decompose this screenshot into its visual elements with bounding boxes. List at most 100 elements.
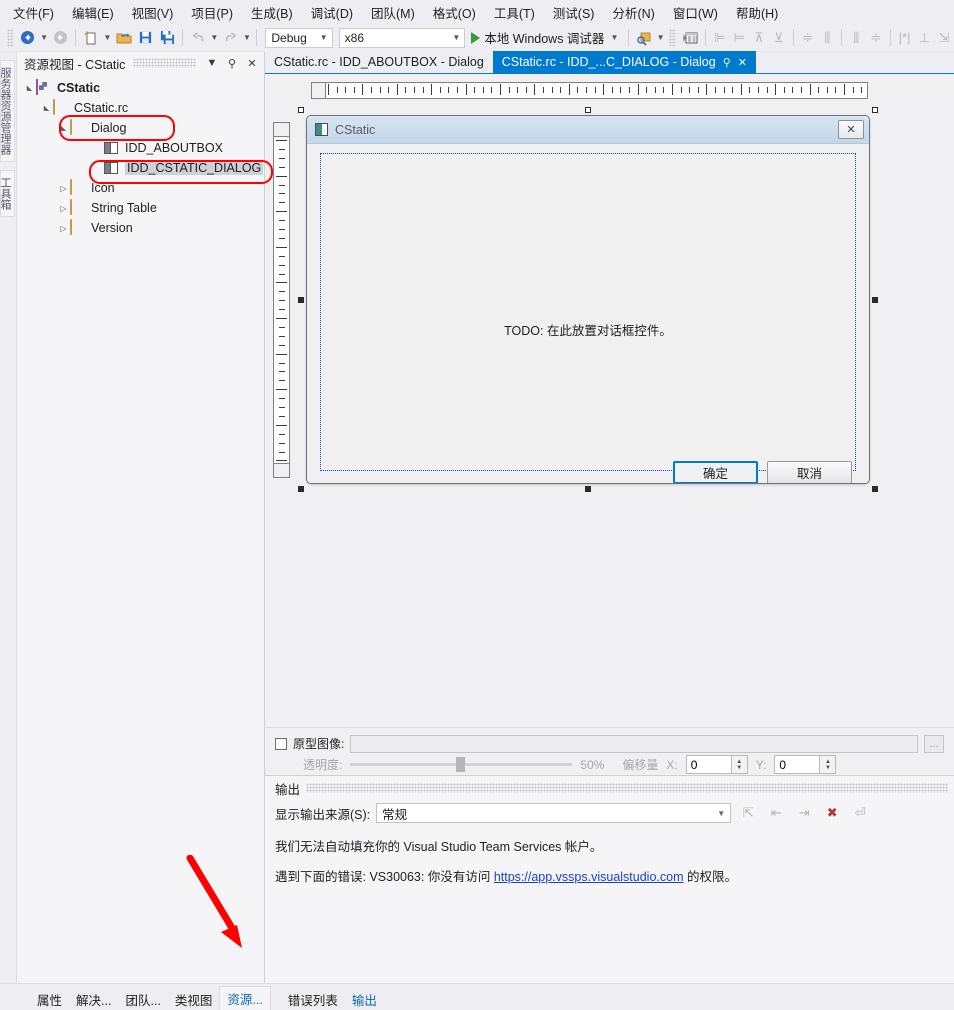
new-item-dropdown-icon[interactable]: ▼ <box>102 27 113 49</box>
panel-grip[interactable] <box>306 783 948 793</box>
menu-item-1[interactable]: 编辑(E) <box>63 0 123 25</box>
close-icon[interactable]: ✕ <box>738 56 747 69</box>
dialog-designer-surface[interactable]: CStatic ✕ TODO: 在此放置对话框控件。 确定 取消 <box>265 74 954 727</box>
dock-tab-toolbox[interactable]: 工具箱 <box>0 170 15 217</box>
close-icon[interactable]: ✕ <box>244 55 260 71</box>
resize-handle-ne[interactable] <box>872 107 878 113</box>
resize-handle-sw[interactable] <box>298 486 304 492</box>
menu-item-9[interactable]: 测试(S) <box>544 0 604 25</box>
resize-handle-n[interactable] <box>585 107 591 113</box>
menu-item-4[interactable]: 生成(B) <box>242 0 302 25</box>
slider-thumb[interactable] <box>456 757 466 772</box>
navigate-back-dropdown-icon[interactable]: ▼ <box>39 27 50 49</box>
resize-handle-nw[interactable] <box>298 107 304 113</box>
navigate-forward-icon[interactable] <box>50 27 72 49</box>
menu-item-2[interactable]: 视图(V) <box>123 0 183 25</box>
close-box-icon[interactable]: ✕ <box>838 120 864 139</box>
tree-item-5[interactable]: ▷ Icon <box>17 178 264 198</box>
menu-item-6[interactable]: 团队(M) <box>362 0 424 25</box>
collapse-arrow-icon[interactable]: ▷ <box>57 184 70 193</box>
tree-item-7[interactable]: ▷ Version <box>17 218 264 238</box>
bottom-tab-left_group-3[interactable]: 类视图 <box>168 988 220 1010</box>
configuration-combo[interactable]: Debug ▼ <box>265 27 333 48</box>
dialog-client-area[interactable]: TODO: 在此放置对话框控件。 确定 取消 <box>307 144 869 483</box>
offset-y-label: Y: <box>755 757 767 772</box>
todo-static-text[interactable]: TODO: 在此放置对话框控件。 <box>307 320 869 339</box>
tree-item-4[interactable]: IDD_CSTATIC_DIALOG <box>17 158 264 178</box>
offset-y-stepper[interactable]: ▲▼ <box>774 755 837 774</box>
expand-arrow-icon[interactable]: ◣ <box>23 84 36 92</box>
dock-tab-server-explorer[interactable]: 服务器资源管理器 <box>0 60 15 162</box>
chevron-down-icon[interactable]: ▼ <box>610 33 618 42</box>
menu-item-10[interactable]: 分析(N) <box>603 0 663 25</box>
offset-x-stepper[interactable]: ▲▼ <box>685 755 748 774</box>
open-file-icon[interactable] <box>113 27 135 49</box>
resize-handle-e[interactable] <box>872 297 878 303</box>
bottom-tab-right_group-1[interactable]: 输出 <box>345 988 384 1010</box>
pin-icon[interactable]: ⚲ <box>224 55 240 71</box>
menu-item-3[interactable]: 项目(P) <box>182 0 242 25</box>
collapse-arrow-icon[interactable]: ▷ <box>57 224 70 233</box>
tree-item-2[interactable]: ◣ Dialog <box>17 118 264 138</box>
bottom-tab-left_group-2[interactable]: 团队... <box>118 988 167 1010</box>
save-icon[interactable] <box>135 27 157 49</box>
save-all-icon[interactable] <box>156 27 178 49</box>
output-source-combo[interactable]: 常规 ▼ <box>376 803 732 823</box>
stepper-arrows-icon[interactable]: ▲ ▼ <box>819 756 836 773</box>
menu-item-7[interactable]: 格式(O) <box>424 0 485 25</box>
ok-button[interactable]: 确定 <box>673 461 758 483</box>
find-dropdown-icon[interactable]: ▼ <box>655 27 666 49</box>
toggle-word-wrap-icon[interactable]: ⏎ <box>849 803 871 824</box>
editor-tab-0[interactable]: CStatic.rc - IDD_ABOUTBOX - Dialog <box>265 51 493 73</box>
properties-window-icon[interactable] <box>679 27 701 49</box>
bottom-tab-left_group-4[interactable]: 资源... <box>219 986 271 1010</box>
toolbar-grip[interactable] <box>668 28 676 47</box>
collapse-arrow-icon[interactable]: ▷ <box>57 204 70 213</box>
redo-dropdown-icon[interactable]: ▼ <box>242 27 253 49</box>
menu-item-5[interactable]: 调试(D) <box>302 0 362 25</box>
chevron-down-icon[interactable]: ▼ <box>204 55 220 71</box>
navigate-back-icon[interactable] <box>17 27 39 49</box>
resize-handle-se[interactable] <box>872 486 878 492</box>
expand-arrow-icon[interactable]: ◣ <box>57 124 70 132</box>
editor-tab-1[interactable]: CStatic.rc - IDD_...C_DIALOG - Dialog ⚲ ✕ <box>492 51 756 73</box>
resource-tree[interactable]: ◣ CStatic ◣ CStatic.rc ◣ Dialog IDD_ABOUTBOX ID… <box>17 74 264 983</box>
resize-handle-s[interactable] <box>585 486 591 492</box>
expand-arrow-icon[interactable]: ◣ <box>40 104 53 112</box>
dialog-selection-frame[interactable]: CStatic ✕ TODO: 在此放置对话框控件。 确定 取消 <box>298 107 878 492</box>
bottom-tab-left_group-1[interactable]: 解决... <box>69 988 118 1010</box>
panel-grip[interactable] <box>133 58 196 68</box>
platform-combo[interactable]: x86 ▼ <box>338 27 466 48</box>
tree-item-6[interactable]: ▷ String Table <box>17 198 264 218</box>
menu-item-11[interactable]: 窗口(W) <box>664 0 727 25</box>
transparency-slider[interactable] <box>350 756 573 774</box>
ruler-tick <box>276 318 287 319</box>
resize-handle-w[interactable] <box>298 297 304 303</box>
designed-dialog[interactable]: CStatic ✕ TODO: 在此放置对话框控件。 确定 取消 <box>306 115 870 484</box>
toolbar-grip[interactable] <box>7 28 14 47</box>
menu-item-8[interactable]: 工具(T) <box>485 0 544 25</box>
tree-item-3[interactable]: IDD_ABOUTBOX <box>17 138 264 158</box>
offset-x-input[interactable] <box>686 756 731 773</box>
prototype-image-path-input[interactable] <box>350 734 918 753</box>
tree-item-0[interactable]: ◣ CStatic <box>17 78 264 98</box>
output-link[interactable]: https://app.vssps.visualstudio.com <box>494 870 684 884</box>
bottom-tab-right_group-0[interactable]: 错误列表 <box>281 988 345 1010</box>
menu-item-12[interactable]: 帮助(H) <box>727 0 787 25</box>
start-debug-button[interactable]: 本地 Windows 调试器 ▼ <box>465 28 624 47</box>
tree-item-1[interactable]: ◣ CStatic.rc <box>17 98 264 118</box>
stepper-arrows-icon[interactable]: ▲ ▼ <box>730 756 747 773</box>
find-icon[interactable] <box>633 27 655 49</box>
clear-all-icon[interactable]: ✖ <box>821 803 843 824</box>
prototype-image-checkbox[interactable] <box>275 737 287 750</box>
pin-icon[interactable]: ⚲ <box>723 56 731 69</box>
bottom-tab-left_group-0[interactable]: 属性 <box>30 988 69 1010</box>
offset-y-input[interactable] <box>775 756 820 773</box>
undo-dropdown-icon[interactable]: ▼ <box>209 27 220 49</box>
menu-item-0[interactable]: 文件(F) <box>4 0 63 25</box>
browse-button[interactable]: ... <box>924 734 944 753</box>
output-text[interactable]: 我们无法自动填充你的 Visual Studio Team Services 帐… <box>265 826 954 983</box>
dialog-titlebar[interactable]: CStatic ✕ <box>307 116 869 144</box>
new-item-icon[interactable] <box>80 27 102 49</box>
cancel-button[interactable]: 取消 <box>767 461 852 483</box>
